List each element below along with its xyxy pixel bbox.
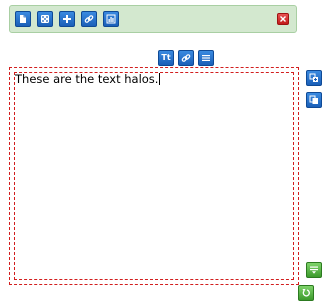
text-style-label: Tt: [161, 53, 171, 62]
duplicate-icon: [309, 95, 318, 104]
document-icon: [20, 15, 26, 23]
text-box-text: These are the text halos.: [15, 72, 159, 86]
top-toolbar: [9, 5, 297, 33]
close-button[interactable]: [277, 13, 289, 25]
rotate-icon: [302, 289, 310, 297]
collapse-button[interactable]: [306, 262, 322, 278]
link-toolbar-button[interactable]: [81, 11, 97, 27]
text-caret: [159, 73, 161, 85]
rotate-button[interactable]: [298, 285, 314, 301]
resize-copy-button[interactable]: [306, 70, 322, 86]
text-box-inner-frame: [14, 72, 294, 280]
new-document-button[interactable]: [15, 11, 31, 27]
plus-icon: [63, 15, 71, 23]
align-lines-icon: [202, 55, 210, 61]
duplicate-button[interactable]: [306, 92, 322, 108]
close-icon: [280, 16, 286, 22]
collapse-icon: [310, 266, 318, 274]
link-icon: [84, 15, 94, 23]
add-button[interactable]: [59, 11, 75, 27]
text-style-button[interactable]: Tt: [158, 50, 174, 66]
link-button[interactable]: [178, 50, 194, 66]
chart-button[interactable]: [103, 11, 119, 27]
dice-icon: [41, 15, 49, 23]
copy-plus-icon: [309, 73, 318, 82]
text-box-frame[interactable]: These are the text halos.: [9, 67, 299, 285]
align-button[interactable]: [198, 50, 214, 66]
chart-icon: [106, 14, 116, 24]
link-icon: [181, 54, 191, 62]
text-halo-top-bar: Tt: [158, 50, 216, 66]
random-button[interactable]: [37, 11, 53, 27]
text-box-content[interactable]: These are the text halos.: [15, 72, 161, 86]
